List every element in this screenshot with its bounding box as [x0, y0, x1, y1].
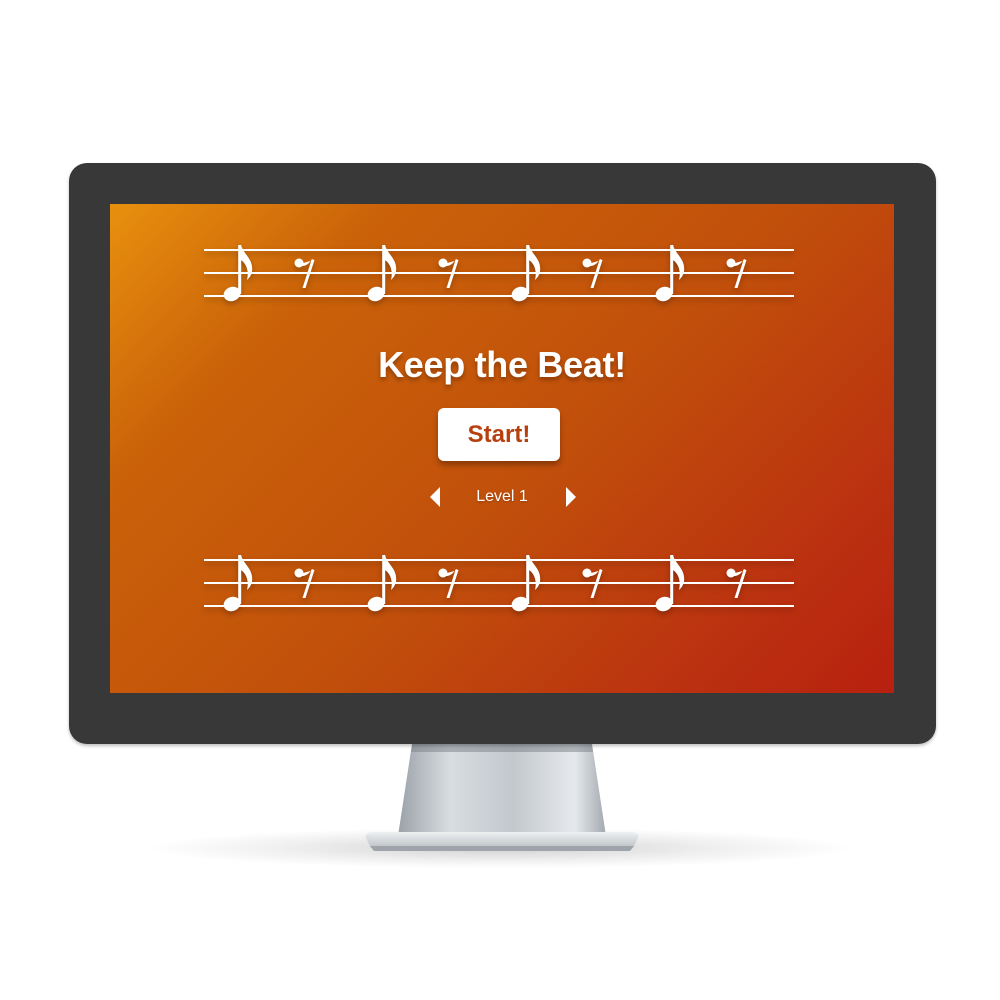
chevron-right-icon[interactable]	[560, 485, 580, 509]
eighth-note-icon	[511, 555, 541, 612]
music-staff-top	[204, 245, 794, 302]
staff-line	[204, 582, 794, 584]
staff-line	[204, 272, 794, 274]
eighth-note-icon	[655, 245, 685, 302]
staff-line	[204, 605, 794, 607]
level-selector: Level 1	[420, 482, 584, 512]
eighth-note-icon	[223, 245, 253, 302]
music-staff-bottom	[204, 555, 794, 612]
eighth-note-icon	[655, 555, 685, 612]
game-screen: Keep the Beat! Start! Level 1	[110, 204, 894, 693]
eighth-note-icon	[223, 555, 253, 612]
start-button[interactable]: Start!	[438, 408, 560, 461]
eighth-note-icon	[511, 245, 541, 302]
floor-shadow	[150, 828, 850, 868]
level-label: Level 1	[476, 488, 528, 505]
staff-line	[204, 559, 794, 561]
eighth-note-icon	[367, 555, 397, 612]
stage: Keep the Beat! Start! Level 1	[0, 0, 1000, 1000]
game-title: Keep the Beat!	[378, 344, 626, 385]
eighth-note-icon	[367, 245, 397, 302]
staff-line	[204, 295, 794, 297]
chevron-left-icon[interactable]	[426, 485, 446, 509]
staff-line	[204, 249, 794, 251]
